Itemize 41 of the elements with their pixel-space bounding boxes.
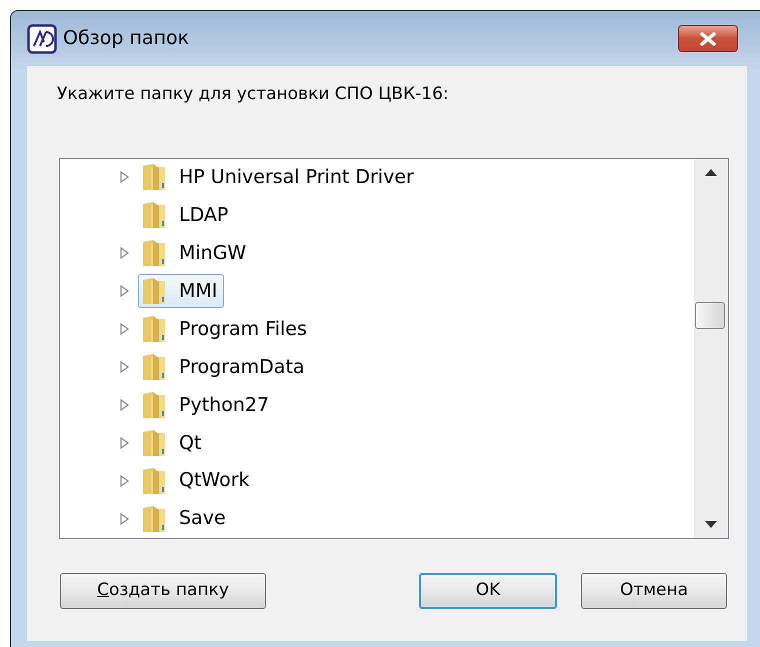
- expand-arrow-icon[interactable]: [120, 171, 129, 184]
- folder-item[interactable]: HP Universal Print Driver: [138, 160, 421, 194]
- app-logo-icon: [27, 24, 57, 54]
- folder-item[interactable]: QtWork: [138, 464, 257, 498]
- folder-icon: [141, 277, 167, 306]
- close-icon: [699, 32, 717, 46]
- folder-item[interactable]: MinGW: [138, 236, 254, 270]
- expand-arrow-icon[interactable]: [120, 323, 129, 336]
- folder-item[interactable]: Save: [138, 502, 233, 536]
- folder-icon: [141, 466, 167, 495]
- folder-item[interactable]: Qt: [138, 426, 208, 460]
- folder-item[interactable]: ProgramData: [138, 350, 312, 384]
- expand-arrow-icon[interactable]: [120, 474, 129, 487]
- folder-icon: [141, 352, 167, 381]
- scroll-up-icon[interactable]: [705, 168, 717, 176]
- expand-arrow-icon[interactable]: [120, 436, 129, 449]
- expand-arrow-icon[interactable]: [120, 360, 129, 373]
- folder-item[interactable]: MMI: [138, 274, 224, 308]
- dialog-button[interactable]: OK: [419, 572, 557, 608]
- folder-item[interactable]: Python27: [138, 388, 276, 422]
- folder-icon: [141, 504, 167, 533]
- folder-icon: [141, 390, 167, 419]
- folder-icon: [141, 428, 167, 457]
- expand-arrow-icon[interactable]: [120, 512, 129, 525]
- expand-arrow-icon[interactable]: [120, 247, 129, 260]
- expand-arrow-icon[interactable]: [120, 398, 129, 411]
- folder-icon: [141, 163, 167, 192]
- folder-icon: [141, 201, 167, 230]
- scrollbar-thumb[interactable]: [695, 302, 725, 328]
- prompt-text: Укажите папку для установки СПО ЦВК-16:: [57, 83, 450, 106]
- folder-icon: [141, 239, 167, 268]
- dialog-button[interactable]: Отмена: [581, 572, 727, 608]
- folder-icon: [141, 315, 167, 344]
- scroll-down-icon[interactable]: [705, 520, 717, 528]
- folder-item[interactable]: Program Files: [138, 312, 314, 346]
- window-title: Обзор папок: [63, 26, 190, 52]
- expand-arrow-icon[interactable]: [120, 285, 129, 298]
- folder-item[interactable]: LDAP: [138, 198, 236, 232]
- close-button[interactable]: [678, 25, 738, 52]
- scrollbar[interactable]: [694, 158, 728, 538]
- new-folder-button[interactable]: Создать папку: [60, 572, 266, 608]
